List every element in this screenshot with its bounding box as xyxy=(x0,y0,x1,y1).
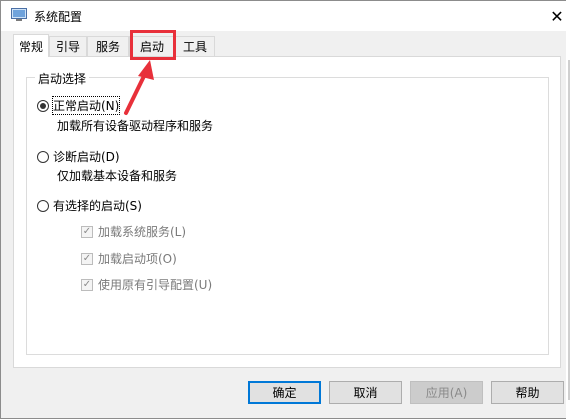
tab-services[interactable]: 服务 xyxy=(87,36,129,56)
startup-selection-group: 启动选择 正常启动(N) 加载所有设备驱动程序和服务 诊断启动(D) 仅加载基本… xyxy=(26,70,549,355)
msconfig-app-icon xyxy=(11,8,27,21)
selective-startup-label: 有选择的启动(S) xyxy=(53,199,142,213)
system-config-window: 系统配置 ✕ 常规 引导 服务 启动 工具 启动选择 正常启动(N) 加载所有设… xyxy=(0,0,573,419)
use-original-boot-config-checkbox[interactable]: ✓ 使用原有引导配置(U) xyxy=(81,276,212,293)
tab-general[interactable]: 常规 xyxy=(13,34,49,57)
normal-startup-radio[interactable]: 正常启动(N) xyxy=(37,96,121,115)
tab-boot-label: 引导 xyxy=(55,40,80,54)
checkmark-icon: ✓ xyxy=(81,225,93,238)
close-icon: ✕ xyxy=(550,6,564,26)
title-bar: 系统配置 ✕ xyxy=(1,1,572,31)
load-startup-items-label: 加载启动项(O) xyxy=(98,252,177,266)
normal-startup-label: 正常启动(N) xyxy=(51,96,121,115)
tab-tools-label: 工具 xyxy=(182,40,207,54)
background-edge-shadow xyxy=(568,60,570,400)
radio-checked-icon xyxy=(37,99,49,112)
startup-tab-highlight-box xyxy=(130,30,176,60)
help-button[interactable]: 帮助 xyxy=(491,381,564,404)
cancel-button[interactable]: 取消 xyxy=(329,381,402,404)
load-startup-items-checkbox[interactable]: ✓ 加载启动项(O) xyxy=(81,250,177,267)
startup-selection-label: 启动选择 xyxy=(35,70,90,87)
checkmark-icon: ✓ xyxy=(81,252,93,265)
tab-services-label: 服务 xyxy=(95,40,120,54)
window-title: 系统配置 xyxy=(34,10,83,24)
general-tab-panel: 启动选择 正常启动(N) 加载所有设备驱动程序和服务 诊断启动(D) 仅加载基本… xyxy=(13,56,561,368)
checkmark-icon: ✓ xyxy=(81,278,93,291)
apply-button[interactable]: 应用(A) xyxy=(410,381,483,404)
use-original-boot-config-label: 使用原有引导配置(U) xyxy=(98,278,213,292)
radio-unchecked-icon xyxy=(37,199,49,212)
tab-boot[interactable]: 引导 xyxy=(49,36,87,56)
tab-tools[interactable]: 工具 xyxy=(175,36,215,56)
load-system-services-label: 加载系统服务(L) xyxy=(98,225,187,239)
ok-button[interactable]: 确定 xyxy=(248,381,321,404)
diagnostic-startup-desc: 仅加载基本设备和服务 xyxy=(57,169,178,183)
load-system-services-checkbox[interactable]: ✓ 加载系统服务(L) xyxy=(81,223,186,240)
diagnostic-startup-label: 诊断启动(D) xyxy=(53,150,120,164)
normal-startup-desc: 加载所有设备驱动程序和服务 xyxy=(57,119,214,133)
selective-startup-radio[interactable]: 有选择的启动(S) xyxy=(37,197,142,214)
radio-unchecked-icon xyxy=(37,150,49,163)
diagnostic-startup-radio[interactable]: 诊断启动(D) xyxy=(37,148,120,165)
tab-general-label: 常规 xyxy=(18,39,43,54)
